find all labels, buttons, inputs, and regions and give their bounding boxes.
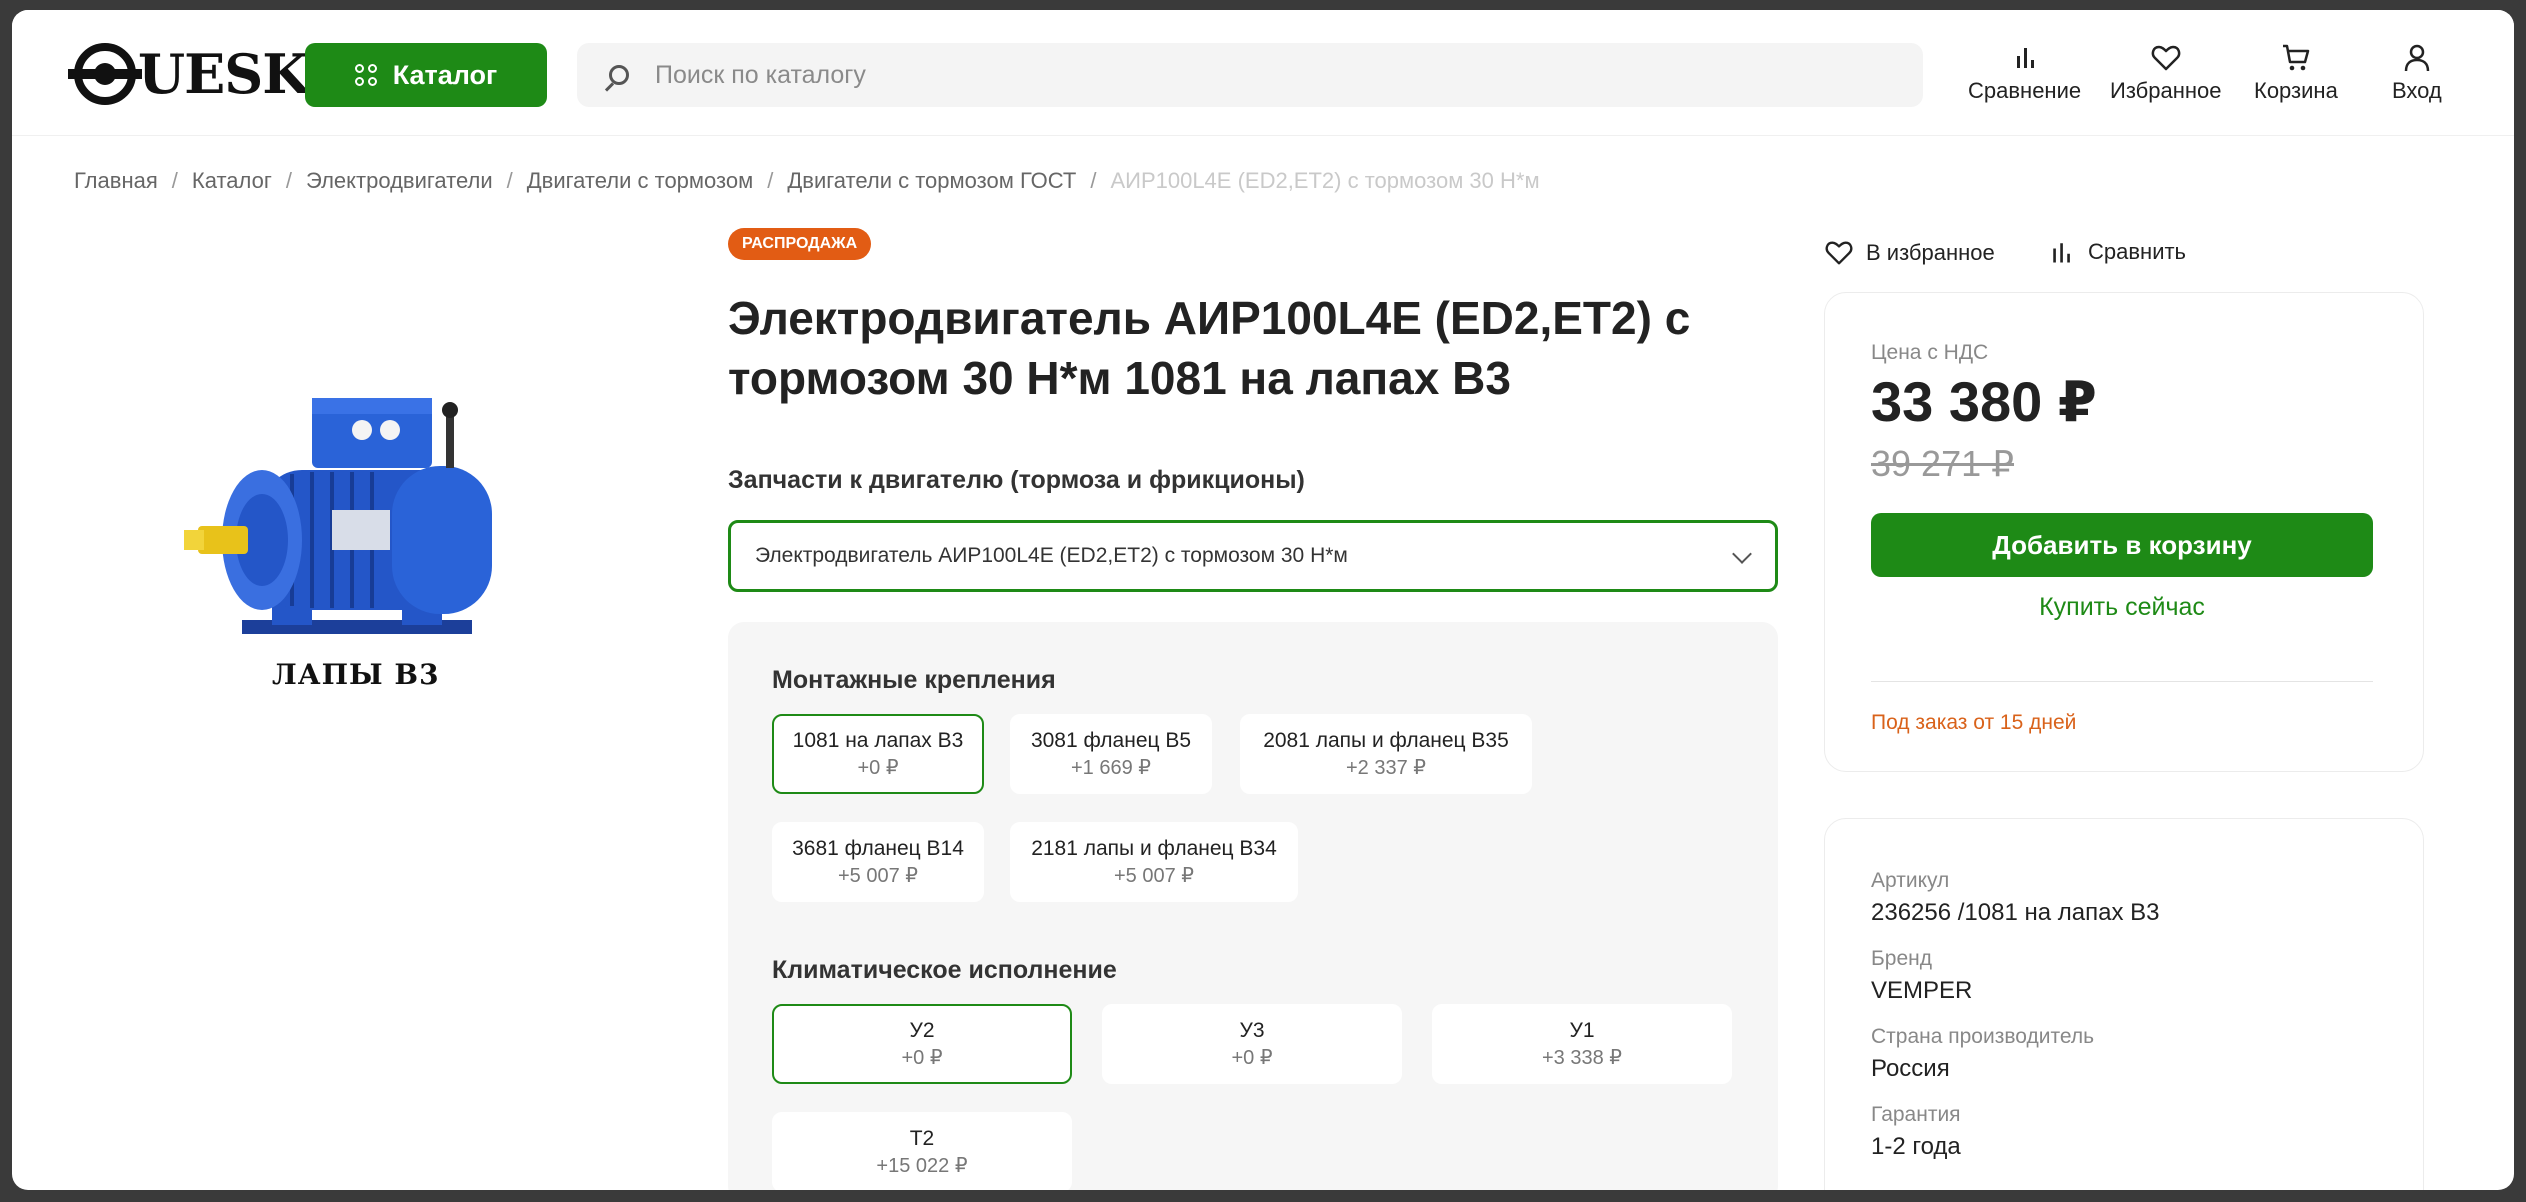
add-to-favorites-label: В избранное xyxy=(1866,240,1995,265)
option-mount-2181[interactable]: 2181 лапы и фланец B34 +5 007 ₽ xyxy=(1010,822,1298,902)
search-bar[interactable] xyxy=(577,43,1923,107)
breadcrumb-brake-motors[interactable]: Двигатели с тормозом xyxy=(527,168,753,194)
heart-icon xyxy=(1825,241,1853,265)
bar-chart-icon xyxy=(2016,48,2034,68)
option-climate-u1[interactable]: У1 +3 338 ₽ xyxy=(1432,1004,1732,1084)
option-mount-3081[interactable]: 3081 фланец B5 +1 669 ₽ xyxy=(1010,714,1212,794)
sale-badge: РАСПРОДАЖА xyxy=(728,228,872,260)
product-image[interactable] xyxy=(162,370,542,670)
price-card: Цена с НДС 33 380 ₽ 39 271 ₽ Добавить в … xyxy=(1824,292,2424,772)
catalog-button[interactable]: Каталог xyxy=(305,43,547,107)
catalog-button-label: Каталог xyxy=(392,59,498,90)
mounting-title: Монтажные крепления xyxy=(772,666,1056,694)
browser-page: UESK Каталог Сравнение Избранное xyxy=(12,10,2514,1190)
logo-text: UESK xyxy=(138,42,309,106)
spec-value-brand: VEMPER xyxy=(1871,977,1973,1004)
spec-value-country: Россия xyxy=(1871,1055,1950,1082)
breadcrumb-motors[interactable]: Электродвигатели xyxy=(306,168,493,194)
add-to-cart-button[interactable]: Добавить в корзину xyxy=(1871,513,2373,577)
option-climate-t2[interactable]: Т2 +15 022 ₽ xyxy=(772,1112,1072,1190)
search-input[interactable] xyxy=(655,60,1855,90)
parts-select[interactable]: Электродвигатель АИР100L4E (ED2,ET2) с т… xyxy=(728,520,1778,592)
heart-icon xyxy=(2151,45,2181,71)
nav-cart-label: Корзина xyxy=(2254,78,2338,103)
nav-favorites-label: Избранное xyxy=(2110,78,2222,103)
add-to-favorites-button[interactable]: В избранное xyxy=(1824,238,1995,268)
old-price: 39 271 ₽ xyxy=(1871,443,2015,484)
spec-label-brand: Бренд xyxy=(1871,947,1932,970)
cart-icon xyxy=(2282,44,2310,71)
specs-card: Артикул 236256 /1081 на лапах B3 Бренд V… xyxy=(1824,818,2424,1190)
spec-label-country: Страна производитель xyxy=(1871,1025,2095,1048)
image-caption: ЛАПЫ B3 xyxy=(272,658,440,691)
option-mount-2081[interactable]: 2081 лапы и фланец B35 +2 337 ₽ xyxy=(1240,714,1532,794)
price-label: Цена с НДС xyxy=(1871,341,1989,364)
search-icon xyxy=(609,65,629,85)
breadcrumb-brake-motors-gost[interactable]: Двигатели с тормозом ГОСТ xyxy=(787,168,1076,194)
chevron-down-icon xyxy=(1732,544,1752,564)
option-mount-1081[interactable]: 1081 на лапах B3 +0 ₽ xyxy=(772,714,984,794)
parts-label: Запчасти к двигателю (тормоза и фрикцион… xyxy=(728,466,1305,494)
nav-login[interactable]: Вход xyxy=(2392,42,2442,104)
order-note: Под заказ от 15 дней xyxy=(1871,711,2077,734)
breadcrumb-current: АИР100L4E (ED2,ET2) с тормозом 30 Н*м xyxy=(1110,168,1540,193)
spec-value-warranty: 1-2 года xyxy=(1871,1133,1961,1160)
breadcrumb-home[interactable]: Главная xyxy=(74,168,158,194)
option-climate-u2[interactable]: У2 +0 ₽ xyxy=(772,1004,1072,1084)
user-icon xyxy=(2404,44,2430,72)
spec-label-article: Артикул xyxy=(1871,869,1950,892)
buy-now-link[interactable]: Купить сейчас xyxy=(1871,593,2373,622)
nav-favorites[interactable]: Избранное xyxy=(2110,42,2222,104)
current-price: 33 380 ₽ xyxy=(1871,370,2097,433)
site-logo[interactable]: UESK xyxy=(68,42,309,106)
nav-cart[interactable]: Корзина xyxy=(2254,42,2338,104)
nav-login-label: Вход xyxy=(2392,78,2442,103)
options-panel: Монтажные крепления 1081 на лапах B3 +0 … xyxy=(728,622,1778,1190)
spec-label-warranty: Гарантия xyxy=(1871,1103,1961,1126)
nav-compare[interactable]: Сравнение xyxy=(1968,42,2081,104)
compare-button[interactable]: Сравнить xyxy=(2048,238,2186,266)
breadcrumb-catalog[interactable]: Каталог xyxy=(192,168,272,194)
breadcrumb: Главная / Каталог / Электродвигатели / Д… xyxy=(74,168,1540,194)
divider xyxy=(1871,681,2373,682)
gear-logo-icon xyxy=(68,43,142,105)
product-title: Электродвигатель АИР100L4E (ED2,ET2) с т… xyxy=(728,292,1691,404)
option-mount-3681[interactable]: 3681 фланец B14 +5 007 ₽ xyxy=(772,822,984,902)
site-header: UESK Каталог Сравнение Избранное xyxy=(12,10,2514,136)
climate-title: Климатическое исполнение xyxy=(772,956,1117,984)
spec-value-article: 236256 /1081 на лапах B3 xyxy=(1871,899,2160,926)
compare-label: Сравнить xyxy=(2088,239,2187,264)
parts-select-value: Электродвигатель АИР100L4E (ED2,ET2) с т… xyxy=(755,544,1348,567)
nav-compare-label: Сравнение xyxy=(1968,78,2082,103)
bar-chart-icon xyxy=(2053,243,2070,263)
option-climate-u3[interactable]: У3 +0 ₽ xyxy=(1102,1004,1402,1084)
grid-icon xyxy=(354,64,377,86)
